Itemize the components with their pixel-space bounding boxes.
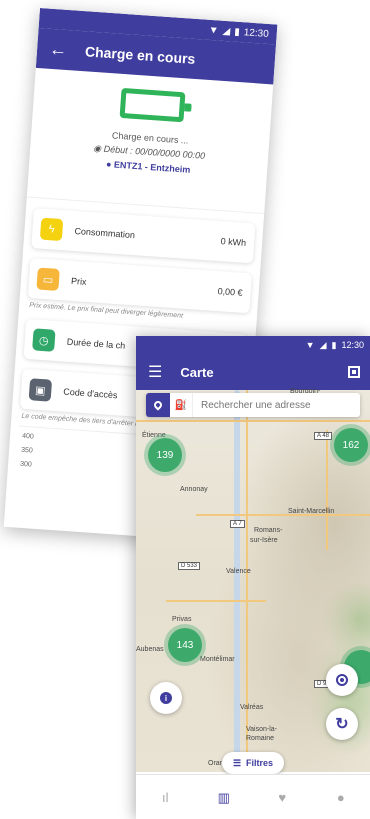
price-value: 0,00 € <box>217 286 243 298</box>
qr-code-icon[interactable] <box>348 366 360 378</box>
charging-station-icon[interactable]: ⛽ <box>170 393 193 417</box>
pin-icon <box>152 399 164 411</box>
nav-stats[interactable]: ıl <box>136 775 195 819</box>
consumption-label: Consommation <box>74 225 136 241</box>
nav-favorites[interactable]: ♥ <box>253 775 312 819</box>
refresh-icon: ↻ <box>335 716 349 733</box>
place-label: sur-Isère <box>250 537 278 544</box>
place-label: Aubenas <box>136 646 164 653</box>
road <box>326 430 328 550</box>
status-time: 12:30 <box>243 26 270 40</box>
lock-icon: ▣ <box>28 378 53 402</box>
stats-icon: ıl <box>162 790 169 805</box>
road <box>166 600 266 602</box>
river <box>234 390 240 772</box>
bottom-navigation: ıl ▥ ♥ ● <box>136 774 370 819</box>
consumption-value: 0 kWh <box>220 236 247 248</box>
place-label: Annonay <box>180 486 208 493</box>
battery-status-icon: ▮ <box>331 339 337 350</box>
place-label: Vaison-la- <box>246 726 277 733</box>
wifi-icon: ▼ <box>305 340 315 350</box>
wifi-icon: ▼ <box>208 24 219 37</box>
user-icon: ● <box>336 790 345 805</box>
road <box>196 514 370 516</box>
station-cluster[interactable]: 162 <box>334 428 368 462</box>
price-label: Prix <box>70 275 87 287</box>
locate-button[interactable] <box>326 664 358 696</box>
status-time: 12:30 <box>341 340 364 350</box>
search-bar: ⛽ <box>146 393 360 417</box>
start-time-label: Début : 00/00/0000 00:00 <box>103 143 206 161</box>
filters-label: Filtres <box>246 758 274 768</box>
place-label: Romaine <box>246 735 275 742</box>
page-title: Carte <box>180 364 214 380</box>
info-button[interactable]: i <box>150 682 182 714</box>
consumption-card: ϟ Consommation 0 kWh <box>31 208 256 264</box>
status-bar: ▼ ◢ ▮ 12:30 <box>136 336 370 354</box>
timer-icon: ◷ <box>32 328 56 352</box>
station-cluster[interactable]: 143 <box>168 628 202 662</box>
page-title: Charge en cours <box>84 43 196 67</box>
place-label: Montélimar <box>200 656 235 663</box>
station-cluster[interactable]: 139 <box>148 438 182 472</box>
my-location-icon <box>336 674 348 686</box>
road-sign: A 7 <box>230 520 245 528</box>
map-screen: ▼ ◢ ▮ 12:30 ☰ Carte Bourgoin- Étienne An… <box>136 336 370 819</box>
info-icon: i <box>160 692 172 704</box>
nav-profile[interactable]: ● <box>312 775 370 819</box>
battery-icon <box>119 87 186 123</box>
place-label: Valréas <box>240 704 264 711</box>
battery-status-icon: ▮ <box>233 26 241 38</box>
back-arrow-icon[interactable]: ← <box>48 38 68 60</box>
filters-button[interactable]: ☰ Filtres <box>222 752 284 774</box>
heart-icon: ♥ <box>278 790 287 805</box>
road <box>246 390 248 772</box>
map-icon: ▥ <box>217 789 230 805</box>
place-label: Romans- <box>254 527 283 534</box>
refresh-button[interactable]: ↻ <box>326 708 358 740</box>
road-sign: A 48 <box>314 432 333 440</box>
station-label: ENTZ1 - Entzheim <box>113 159 191 175</box>
money-icon: ▭ <box>36 267 60 291</box>
nav-map[interactable]: ▥ <box>195 775 254 819</box>
address-search-input[interactable] <box>193 398 360 412</box>
road <box>136 420 370 422</box>
hamburger-menu-icon[interactable]: ☰ <box>148 362 162 382</box>
place-label: Saint-Marcellin <box>288 508 335 515</box>
lightning-icon: ϟ <box>39 217 64 242</box>
signal-icon: ◢ <box>319 339 327 350</box>
road-sign: D 533 <box>178 562 201 570</box>
signal-icon: ◢ <box>222 25 231 37</box>
place-label: Privas <box>172 616 192 623</box>
sliders-icon: ☰ <box>232 757 242 768</box>
place-label: Valence <box>226 568 251 575</box>
app-bar: ☰ Carte <box>136 354 370 390</box>
charging-hero: Charge en cours ... ◉ Début : 00/00/0000… <box>26 67 274 215</box>
location-pin-button[interactable] <box>146 393 170 417</box>
